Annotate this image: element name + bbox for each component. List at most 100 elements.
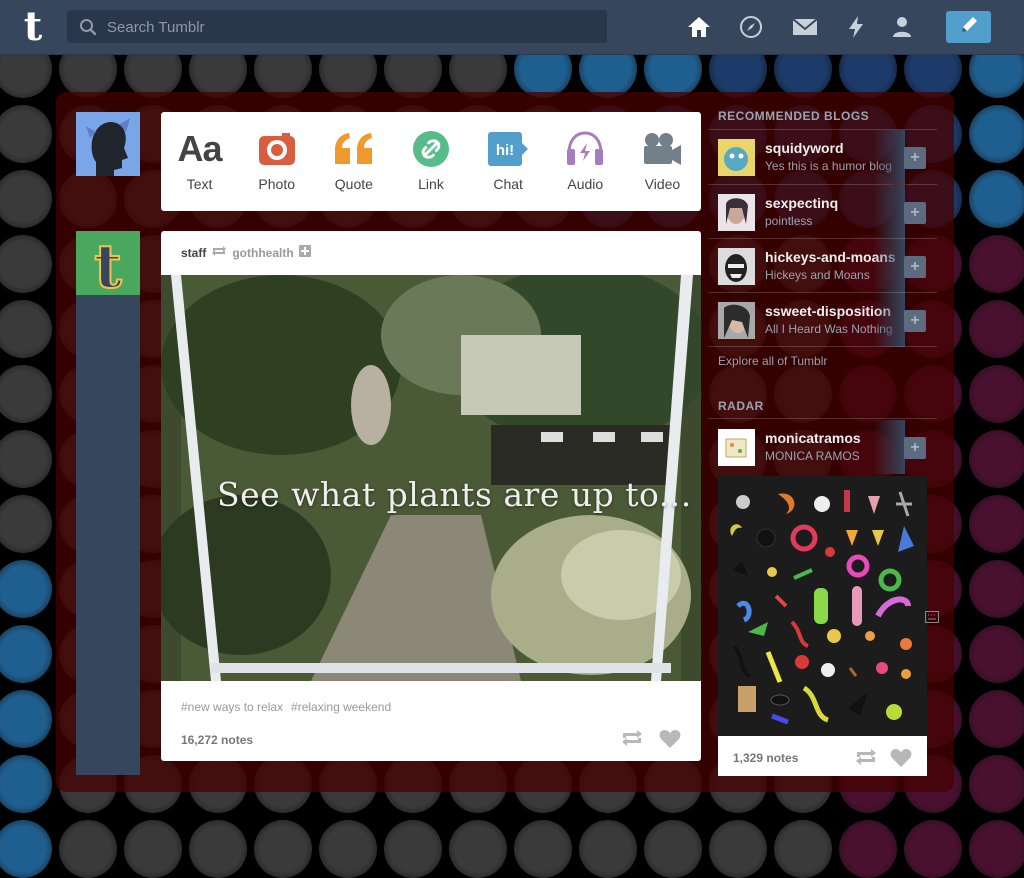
search-input[interactable]	[105, 10, 599, 45]
post-author-link[interactable]: staff	[181, 246, 206, 260]
post-tags: #new ways to relax #relaxing weekend	[181, 700, 391, 714]
photo-caption: See what plants are up to...	[217, 475, 692, 514]
post-type-text[interactable]: Aa Text	[161, 112, 238, 211]
background-dot	[189, 820, 247, 878]
background-dot	[0, 625, 52, 683]
post-notes[interactable]: 16,272 notes	[181, 733, 253, 747]
background-dot	[969, 820, 1024, 878]
follow-plus-icon[interactable]: +	[904, 147, 926, 169]
background-dot	[0, 300, 52, 358]
background-dot	[969, 170, 1024, 228]
reblog-source-link[interactable]: gothhealth	[232, 246, 293, 260]
quote-icon	[333, 129, 375, 169]
post-rail	[76, 295, 140, 775]
post-type-link[interactable]: Link	[392, 112, 469, 211]
explore-all-link[interactable]: Explore all of Tumblr	[718, 354, 827, 368]
blog-avatar[interactable]	[718, 248, 755, 285]
video-camera-icon	[642, 129, 682, 169]
follow-plus-icon[interactable]	[298, 245, 311, 260]
blog-avatar[interactable]	[718, 302, 755, 339]
background-dot	[774, 820, 832, 878]
home-icon[interactable]	[686, 14, 712, 40]
blog-avatar[interactable]	[718, 194, 755, 231]
reblog-small-icon	[211, 245, 227, 260]
radar-notes[interactable]: 1,329 notes	[733, 751, 798, 765]
follow-plus-icon[interactable]: +	[904, 202, 926, 224]
post-type-chat[interactable]: hi! Chat	[470, 112, 547, 211]
fade-overlay	[873, 130, 905, 184]
post-type-video[interactable]: Video	[624, 112, 701, 211]
post-type-label: Text	[186, 176, 213, 192]
post-type-bar: Aa Text Photo Quote Link hi! Chat Audio	[161, 112, 701, 211]
account-icon[interactable]	[889, 14, 915, 40]
background-dot	[319, 820, 377, 878]
headphones-icon	[565, 129, 605, 169]
background-dot	[969, 755, 1024, 813]
divider	[708, 346, 937, 347]
recommended-blog-row[interactable]: hickeys-and-moans Hickeys and Moans +	[708, 239, 937, 293]
post-type-audio[interactable]: Audio	[547, 112, 624, 211]
background-dot	[449, 820, 507, 878]
post-type-label: Chat	[493, 176, 523, 192]
background-dot	[0, 170, 52, 228]
fade-overlay	[873, 420, 905, 474]
fade-overlay	[873, 239, 905, 293]
follow-plus-icon[interactable]: +	[904, 256, 926, 278]
background-dot	[0, 820, 52, 878]
compose-button[interactable]	[946, 11, 991, 43]
radar-post-footer: 1,329 notes	[718, 736, 927, 776]
keyboard-shortcuts-icon[interactable]	[925, 610, 939, 628]
background-dot	[514, 820, 572, 878]
svg-text:hi!: hi!	[496, 142, 514, 159]
background-dot	[0, 365, 52, 423]
fade-overlay	[873, 185, 905, 239]
search-box[interactable]	[67, 10, 607, 45]
camera-icon	[258, 129, 296, 169]
fade-overlay	[873, 293, 905, 347]
like-heart-icon[interactable]	[890, 748, 912, 773]
background-dot	[0, 560, 52, 618]
explore-icon[interactable]	[738, 14, 764, 40]
dashboard-post: staff gothhealth See what plants are up …	[161, 231, 701, 761]
post-type-label: Video	[644, 176, 681, 192]
background-dot	[0, 495, 52, 553]
background-dot	[254, 820, 312, 878]
like-heart-icon[interactable]	[659, 729, 681, 754]
text-icon: Aa	[177, 128, 223, 169]
background-dot	[969, 625, 1024, 683]
background-dot	[0, 430, 52, 488]
tag-link[interactable]: #relaxing weekend	[291, 700, 391, 714]
background-dot	[0, 235, 52, 293]
post-type-quote[interactable]: Quote	[315, 112, 392, 211]
radar-blog-row[interactable]: monicatramos MONICA RAMOS +	[708, 420, 937, 474]
svg-text:t: t	[94, 232, 122, 295]
blog-avatar[interactable]	[718, 139, 755, 176]
post-type-label: Link	[418, 176, 444, 192]
recommended-blog-row[interactable]: ssweet-disposition All I Heard Was Nothi…	[708, 293, 937, 347]
background-dot	[59, 820, 117, 878]
recommended-blog-row[interactable]: squidyword Yes this is a humor blog +	[708, 130, 937, 184]
post-type-label: Quote	[334, 176, 373, 192]
user-avatar[interactable]	[76, 112, 140, 176]
follow-plus-icon[interactable]: +	[904, 437, 926, 459]
blog-avatar[interactable]	[718, 429, 755, 466]
top-bar: t	[0, 0, 1024, 55]
background-dot	[969, 690, 1024, 748]
tag-link[interactable]: #new ways to relax	[181, 700, 283, 714]
post-photo[interactable]: See what plants are up to...	[161, 275, 701, 681]
post-type-label: Audio	[567, 176, 604, 192]
inbox-icon[interactable]	[792, 14, 818, 40]
chat-icon: hi!	[487, 129, 529, 169]
tumblr-logo[interactable]: t	[16, 7, 50, 47]
post-type-label: Photo	[258, 176, 295, 192]
radar-post-image[interactable]	[718, 476, 927, 736]
staff-avatar[interactable]: t	[76, 231, 140, 303]
background-dot	[969, 560, 1024, 618]
link-icon	[412, 129, 450, 169]
recommended-blog-row[interactable]: sexpectinq pointless +	[708, 185, 937, 239]
recommended-blogs-heading: RECOMMENDED BLOGS	[718, 109, 870, 123]
follow-plus-icon[interactable]: +	[904, 310, 926, 332]
reblog-icon[interactable]	[621, 729, 643, 754]
activity-icon[interactable]	[843, 14, 869, 40]
post-type-photo[interactable]: Photo	[238, 112, 315, 211]
